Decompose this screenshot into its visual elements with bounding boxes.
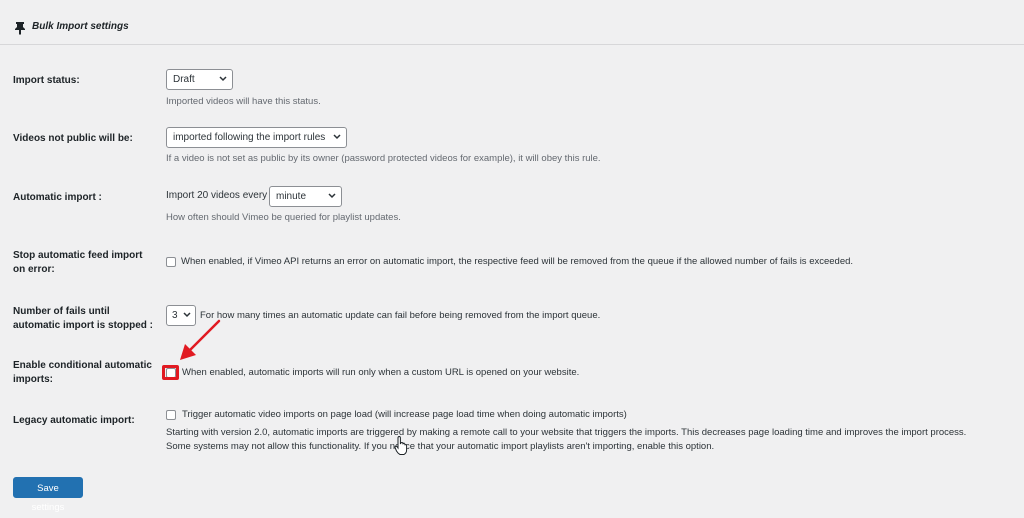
import-status-value: Draft xyxy=(173,74,195,85)
pin-icon xyxy=(15,22,25,35)
conditional-label-line2: imports: xyxy=(13,374,53,385)
header-title: Bulk Import settings xyxy=(32,21,129,32)
stop-on-error-label-line1: Stop automatic feed import xyxy=(13,250,143,261)
conditional-text: When enabled, automatic imports will run… xyxy=(182,367,580,378)
automatic-import-prefix: Import 20 videos every xyxy=(166,190,268,201)
red-arrow-icon xyxy=(180,319,221,360)
legacy-description-line2: Some systems may not allow this function… xyxy=(166,441,715,452)
import-status-select[interactable]: Draft xyxy=(166,69,233,90)
fails-label: Number of fails until automatic import i… xyxy=(13,305,163,333)
fails-label-line2: automatic import is stopped : xyxy=(13,320,154,331)
import-status-description: Imported videos will have this status. xyxy=(166,96,321,107)
import-status-label: Import status: xyxy=(13,75,80,86)
not-public-value: imported following the import rules xyxy=(173,132,326,143)
fails-label-line1: Number of fails until xyxy=(13,306,110,317)
not-public-select[interactable]: imported following the import rules xyxy=(166,127,347,148)
chevron-down-icon xyxy=(219,76,227,82)
not-public-label: Videos not public will be: xyxy=(13,133,133,144)
stop-on-error-label: Stop automatic feed import on error: xyxy=(13,249,163,277)
hand-cursor-icon xyxy=(394,436,408,455)
stop-on-error-checkbox[interactable] xyxy=(166,257,176,267)
automatic-import-interval-select[interactable]: minute xyxy=(269,186,342,207)
stop-on-error-text: When enabled, if Vimeo API returns an er… xyxy=(181,256,854,267)
settings-header: Bulk Import settings xyxy=(0,0,1024,45)
legacy-checkbox[interactable] xyxy=(166,410,176,420)
chevron-down-icon xyxy=(328,193,336,199)
legacy-description-line1: Starting with version 2.0, automatic imp… xyxy=(166,427,967,438)
automatic-import-interval-value: minute xyxy=(276,191,307,202)
automatic-import-label: Automatic import : xyxy=(13,192,102,203)
conditional-label-line1: Enable conditional automatic xyxy=(13,360,152,371)
chevron-down-icon xyxy=(333,134,341,140)
checkbox-highlight-box xyxy=(162,365,179,380)
conditional-label: Enable conditional automatic imports: xyxy=(13,359,163,387)
not-public-description: If a video is not set as public by its o… xyxy=(166,153,601,164)
fails-text: For how many times an automatic update c… xyxy=(200,310,601,321)
save-settings-button[interactable]: Save settings xyxy=(13,477,83,513)
legacy-text: Trigger automatic video imports on page … xyxy=(182,409,627,420)
stop-on-error-label-line2: on error: xyxy=(13,264,55,275)
legacy-label: Legacy automatic import: xyxy=(13,415,135,426)
automatic-import-description: How often should Vimeo be queried for pl… xyxy=(166,212,401,223)
